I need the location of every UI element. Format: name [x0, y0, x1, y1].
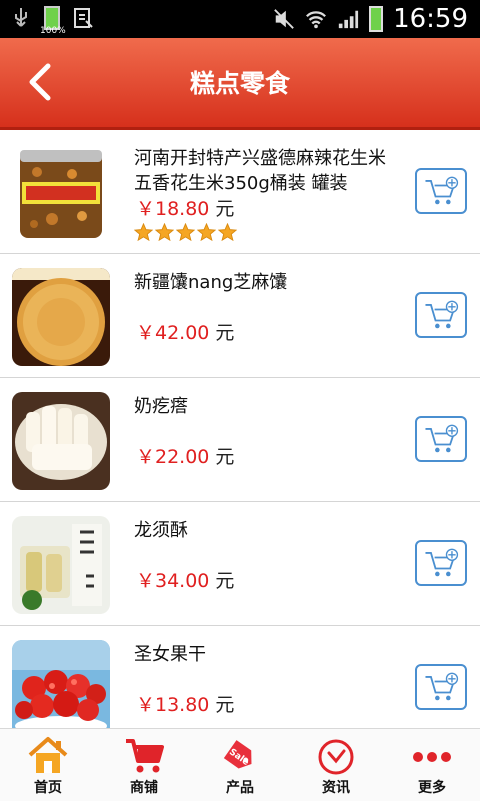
list-item[interactable]: 新疆馕nang芝麻馕 ￥42.00 元: [0, 254, 480, 378]
product-price: ￥18.80: [136, 198, 210, 220]
list-item[interactable]: 圣女果干 ￥13.80 元: [0, 626, 480, 730]
add-to-cart-button[interactable]: [415, 664, 467, 710]
tab-label: 首页: [34, 780, 62, 796]
tab-home[interactable]: 首页: [0, 729, 96, 801]
product-price-row: ￥22.00 元: [136, 442, 234, 469]
add-to-cart-button[interactable]: [415, 416, 467, 462]
price-unit: 元: [215, 694, 235, 716]
tab-shops[interactable]: 商铺: [96, 729, 192, 801]
product-name: 奶疙瘩: [134, 396, 188, 417]
product-price-row: ￥42.00 元: [136, 318, 234, 345]
product-price: ￥13.80: [136, 694, 210, 716]
product-name: 新疆馕nang芝麻馕: [134, 272, 288, 293]
signal-icon: [338, 10, 359, 29]
star-icon: [197, 223, 216, 242]
add-to-cart-button[interactable]: [415, 540, 467, 586]
bottom-tab-bar: 首页 商铺 Sale 产品 资讯 更多: [0, 728, 480, 801]
sim-contact-icon: [74, 8, 93, 28]
star-icon: [134, 223, 153, 242]
list-item[interactable]: 河南开封特产兴盛德麻辣花生米五香花生米350g桶装 罐装 ￥18.80 元: [0, 130, 480, 254]
product-name: 圣女果干: [134, 644, 206, 665]
rating-stars: [134, 223, 237, 242]
sale-tag-icon: Sale: [223, 740, 252, 769]
status-bar: 100% 16:59: [0, 0, 480, 38]
product-image-peanuts: [12, 144, 110, 242]
product-image-dragon-beard-candy: [12, 516, 110, 614]
battery-icon: [369, 6, 384, 32]
product-name: 河南开封特产兴盛德麻辣花生米五香花生米350g桶装 罐装: [134, 148, 386, 194]
product-price: ￥22.00: [136, 446, 210, 468]
star-icon: [155, 223, 174, 242]
clock-time: 16:59: [393, 4, 468, 34]
price-unit: 元: [215, 446, 235, 468]
product-name: 龙须酥: [134, 520, 188, 541]
product-price-row: ￥34.00 元: [136, 566, 234, 593]
wifi-icon: [306, 11, 327, 29]
tab-news[interactable]: 资讯: [288, 729, 384, 801]
price-unit: 元: [215, 198, 235, 220]
mute-icon: [274, 9, 294, 29]
tab-label: 资讯: [322, 780, 350, 796]
tab-label: 产品: [226, 780, 254, 796]
product-price-row: ￥13.80 元: [136, 690, 234, 717]
product-image-cheese: [12, 392, 110, 490]
battery-percent: 100%: [40, 26, 66, 36]
product-price: ￥42.00: [136, 322, 210, 344]
list-item[interactable]: 奶疙瘩 ￥22.00 元: [0, 378, 480, 502]
add-to-cart-button[interactable]: [415, 292, 467, 338]
star-icon: [176, 223, 195, 242]
shopping-cart-icon: [126, 739, 164, 773]
tab-label: 更多: [418, 780, 446, 796]
home-icon: [28, 737, 68, 773]
more-dots-icon: [413, 752, 451, 762]
price-unit: 元: [215, 570, 235, 592]
product-price-row: ￥18.80 元: [136, 194, 234, 221]
battery-icon-small: 100%: [40, 6, 66, 36]
star-icon: [218, 223, 237, 242]
title-bar: 糕点零食: [0, 38, 480, 130]
list-item[interactable]: 龙须酥 ￥34.00 元: [0, 502, 480, 626]
clock-icon: [318, 739, 354, 775]
product-image-dried-tomatoes: [12, 640, 110, 730]
product-price: ￥34.00: [136, 570, 210, 592]
tab-products[interactable]: Sale 产品: [192, 729, 288, 801]
tab-label: 商铺: [130, 780, 158, 796]
add-to-cart-button[interactable]: [415, 168, 467, 214]
product-list: 河南开封特产兴盛德麻辣花生米五香花生米350g桶装 罐装 ￥18.80 元 新疆馕…: [0, 130, 480, 730]
usb-icon: [15, 8, 27, 27]
product-image-naan: [12, 268, 110, 366]
tab-more[interactable]: 更多: [384, 729, 480, 801]
page-title: 糕点零食: [189, 69, 290, 98]
price-unit: 元: [215, 322, 235, 344]
